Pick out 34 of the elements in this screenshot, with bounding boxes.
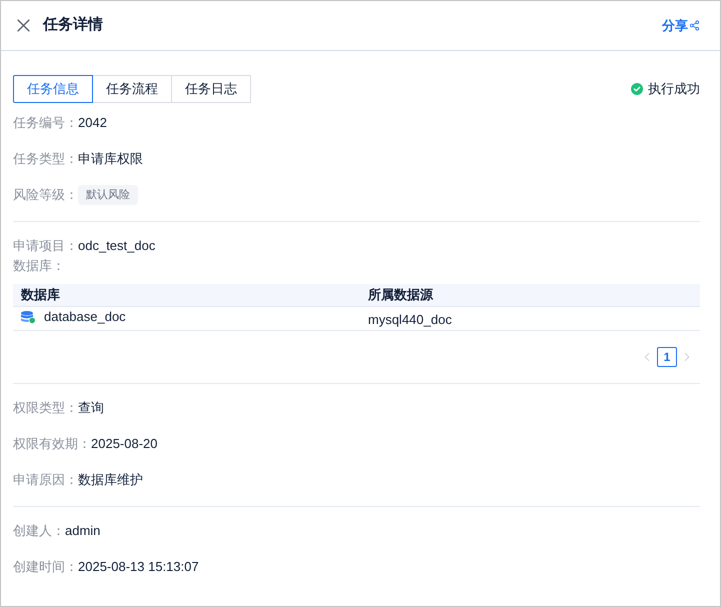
check-circle-icon xyxy=(631,83,643,95)
share-icon xyxy=(689,20,700,31)
field-value: 申请库权限 xyxy=(78,150,143,168)
field-value: odc_test_doc xyxy=(78,237,156,256)
status-text: 执行成功 xyxy=(648,80,700,98)
field-label: 权限类型： xyxy=(13,399,78,418)
field-label: 创建时间： xyxy=(13,558,78,576)
tab[interactable]: 任务日志 xyxy=(171,75,251,103)
table-cell-text: mysql440_doc xyxy=(367,310,453,329)
tab[interactable]: 任务流程 xyxy=(92,75,172,103)
field-label: 申请项目： xyxy=(13,237,78,256)
field-label: 任务类型： xyxy=(13,150,78,168)
field-label: 任务编号： xyxy=(13,114,78,132)
column-header: 所属数据源 xyxy=(366,286,434,304)
close-icon[interactable] xyxy=(17,19,30,32)
database-icon xyxy=(21,310,36,324)
tab[interactable]: 任务信息 xyxy=(13,75,93,103)
field-label: 创建人： xyxy=(13,522,65,540)
field-value: 2042 xyxy=(78,114,107,132)
field-value: 2025-08-20 xyxy=(91,435,158,454)
window-title: 任务详情 xyxy=(43,15,103,36)
field-label: 数据库： xyxy=(13,257,65,276)
field-value: admin xyxy=(65,522,100,540)
field-value: 数据库维护 xyxy=(78,471,143,490)
page-button[interactable]: 1 xyxy=(657,347,677,367)
risk-level-tag: 默认风险 xyxy=(78,185,138,205)
field-value: 查询 xyxy=(78,399,104,418)
field-label: 风险等级： xyxy=(13,186,78,204)
field-label: 权限有效期： xyxy=(13,435,91,454)
share-button[interactable]: 分享 xyxy=(662,16,700,36)
field-label: 申请原因： xyxy=(13,471,78,490)
column-header: 数据库 xyxy=(20,286,61,304)
table-cell-text: database_doc xyxy=(44,308,126,326)
field-value: 2025-08-13 15:13:07 xyxy=(78,558,199,576)
